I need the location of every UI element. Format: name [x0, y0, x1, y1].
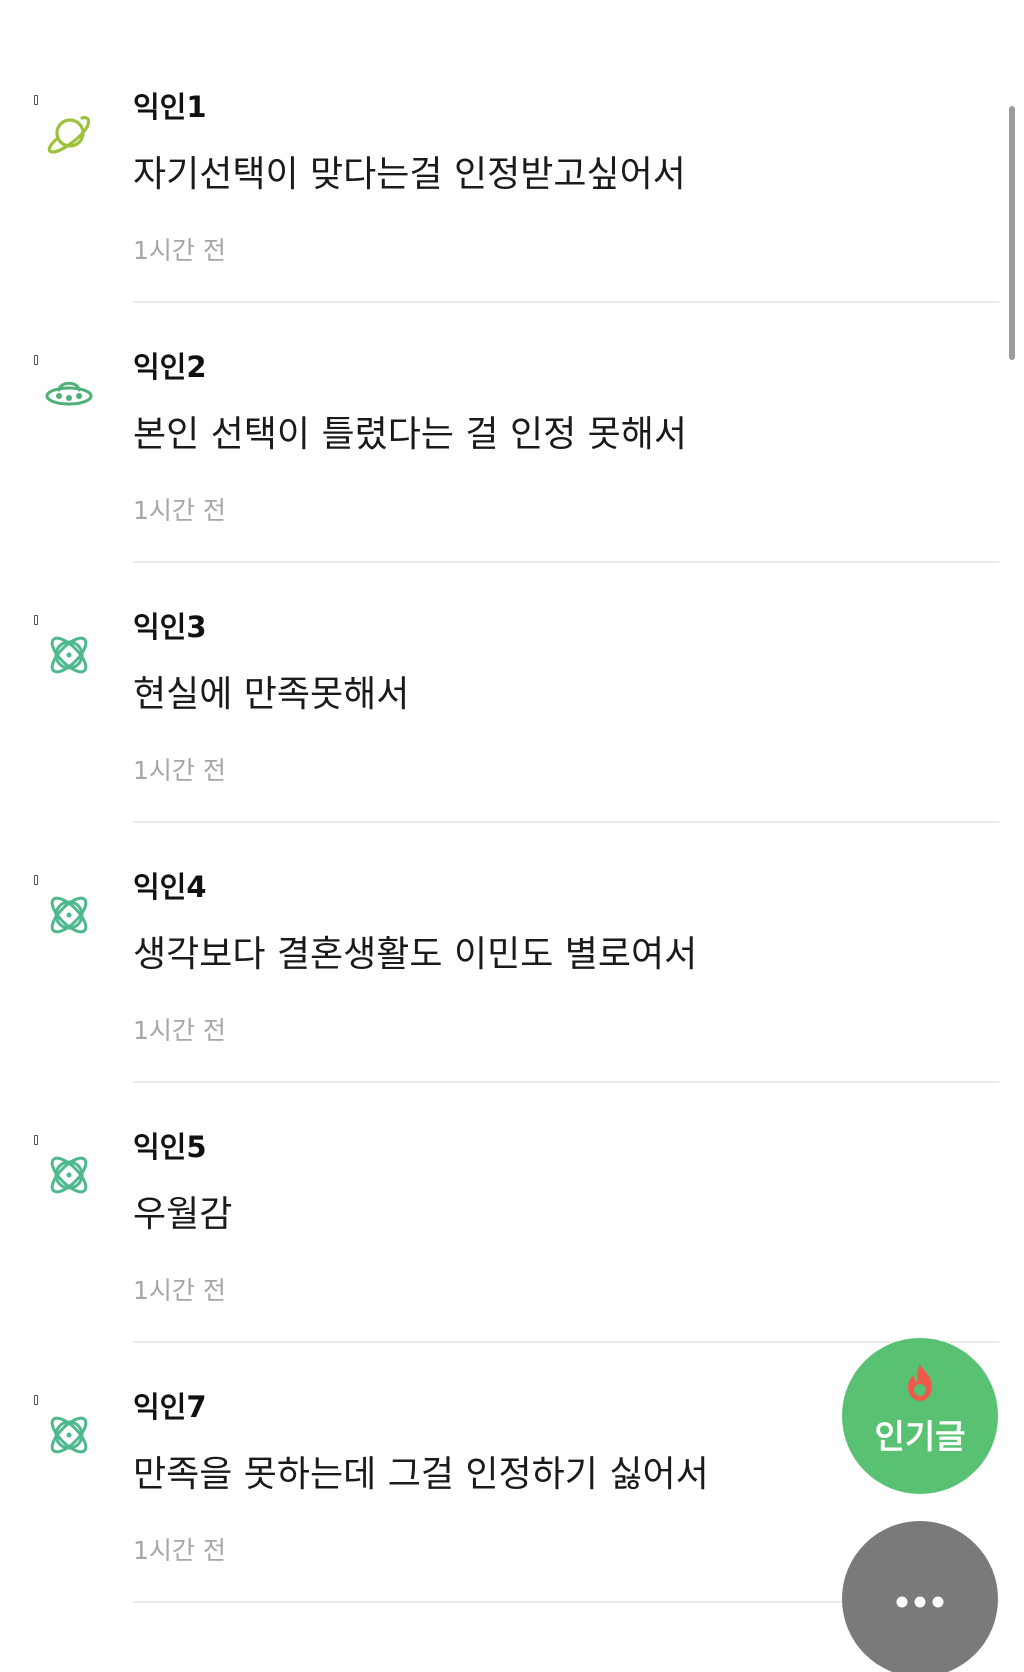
- scrollbar[interactable]: [1009, 106, 1015, 360]
- comment-nickname: 익인4: [133, 870, 207, 904]
- comment-menu-icon[interactable]: [34, 95, 38, 105]
- flame-icon: [899, 1362, 941, 1404]
- atom-icon: [44, 1150, 94, 1200]
- comment-item: 익인2 본인 선택이 틀렸다는 걸 인정 못해서 1시간 전: [0, 260, 1024, 563]
- comment-item: 익인4 생각보다 결혼생활도 이민도 별로여서 1시간 전: [0, 780, 1024, 1083]
- atom-icon: [44, 1410, 94, 1460]
- comment-nickname: 익인1: [133, 90, 207, 124]
- comment-text: 우월감: [133, 1194, 233, 1235]
- comment-menu-icon[interactable]: [34, 1395, 38, 1405]
- comment-item: 익인5 우월감 1시간 전: [0, 1040, 1024, 1343]
- comment-menu-icon[interactable]: [34, 615, 38, 625]
- comment-text: 자기선택이 맞다는걸 인정받고싶어서: [133, 154, 686, 195]
- comment-menu-icon[interactable]: [34, 355, 38, 365]
- popular-posts-label: 인기글: [874, 1417, 966, 1456]
- comment-text: 만족을 못하는데 그걸 인정하기 싫어서: [133, 1454, 709, 1495]
- comment-text: 본인 선택이 틀렸다는 걸 인정 못해서: [133, 414, 688, 455]
- comment-nickname: 익인3: [133, 610, 207, 644]
- comment-item: 익인1 자기선택이 맞다는걸 인정받고싶어서 1시간 전: [0, 0, 1024, 303]
- comment-text: 현실에 만족못해서: [133, 674, 410, 715]
- ufo-icon: [44, 370, 94, 420]
- comment-time: 1시간 전: [133, 1536, 226, 1565]
- comment-menu-icon[interactable]: [34, 875, 38, 885]
- planet-icon: [44, 110, 94, 160]
- comments-screen: 익인1 자기선택이 맞다는걸 인정받고싶어서 1시간 전 익인2 본인 선택이 …: [0, 0, 1024, 1672]
- more-dots-icon: [896, 1593, 944, 1608]
- comment-nickname: 익인5: [133, 1130, 207, 1164]
- popular-posts-button[interactable]: 인기글: [842, 1338, 998, 1494]
- comment-nickname: 익인7: [133, 1390, 207, 1424]
- comment-text: 생각보다 결혼생활도 이민도 별로여서: [133, 934, 698, 975]
- atom-icon: [44, 890, 94, 940]
- comment-nickname: 익인2: [133, 350, 207, 384]
- atom-icon: [44, 630, 94, 680]
- more-button[interactable]: [842, 1521, 998, 1672]
- comment-item: 익인3 현실에 만족못해서 1시간 전: [0, 520, 1024, 823]
- comment-menu-icon[interactable]: [34, 1135, 38, 1145]
